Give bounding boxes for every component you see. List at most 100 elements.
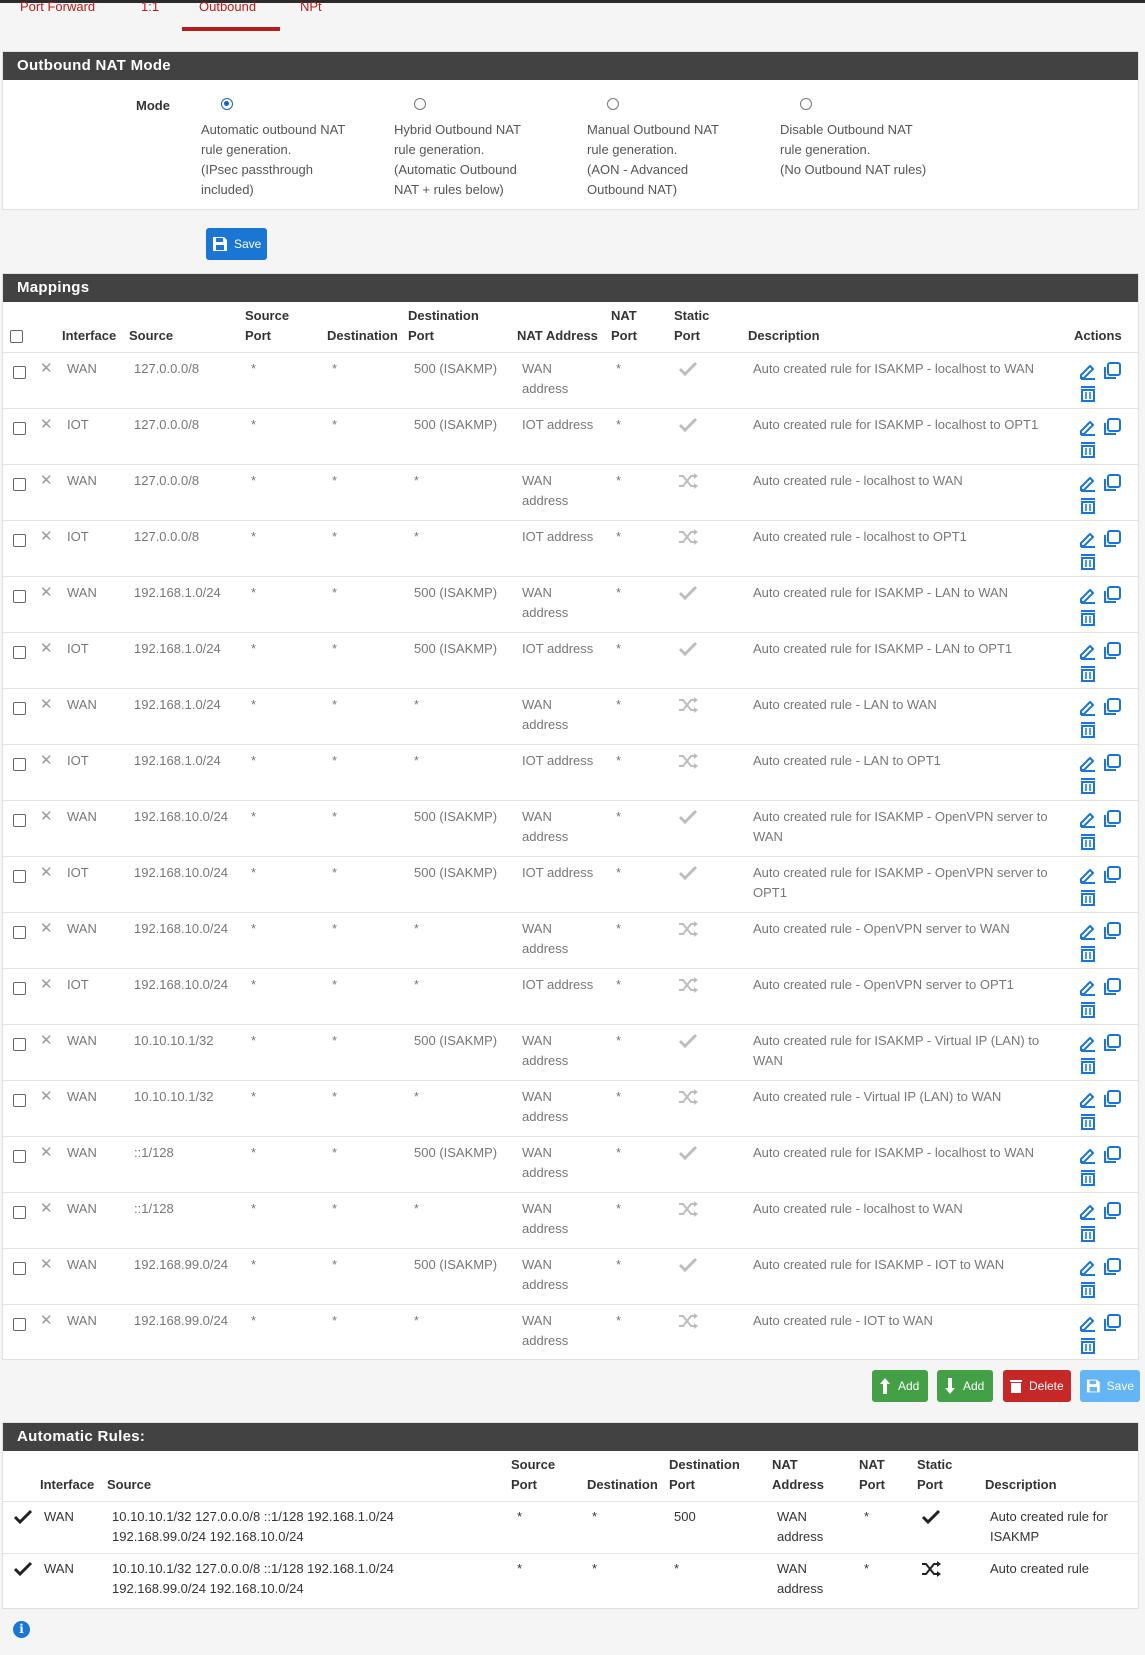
- disable-icon[interactable]: ✕: [40, 865, 53, 881]
- copy-icon[interactable]: [1102, 641, 1122, 661]
- trash-icon[interactable]: [1078, 1055, 1098, 1075]
- disable-icon[interactable]: ✕: [40, 361, 53, 377]
- select-all-checkbox[interactable]: [10, 330, 23, 343]
- table-row[interactable]: ✕ WAN 192.168.1.0/24 * * * WAN address * Auto cre…: [3, 688, 1138, 744]
- pencil-icon[interactable]: [1078, 697, 1098, 717]
- pencil-icon[interactable]: [1078, 417, 1098, 437]
- mode-save-button[interactable]: Save: [206, 228, 268, 260]
- radio-hybrid[interactable]: [414, 98, 426, 110]
- disable-icon[interactable]: ✕: [40, 921, 53, 937]
- table-row[interactable]: ✕ WAN::1/128 * * 500 (ISAKMP) WAN address * Auto…: [3, 1136, 1138, 1192]
- table-row[interactable]: ✕ WAN 192.168.1.0/24 * * 500 (ISAKMP) WAN addre…: [3, 576, 1138, 632]
- table-row[interactable]: ✕ IOT 192.168.10.0/24 * * 500 (ISAKMP) IOT add…: [3, 856, 1138, 912]
- row-checkbox[interactable]: [13, 758, 26, 771]
- copy-icon[interactable]: [1102, 417, 1122, 437]
- tab-one-to-one[interactable]: 1:1: [141, 0, 159, 15]
- copy-icon[interactable]: [1102, 1313, 1122, 1333]
- table-row[interactable]: ✕ WAN 192.168.99.0/24 * * * WAN address * Auto cr…: [3, 1304, 1138, 1360]
- save-mappings-button[interactable]: Save: [1080, 1370, 1140, 1402]
- pencil-icon[interactable]: [1078, 1313, 1098, 1333]
- disable-icon[interactable]: ✕: [40, 585, 53, 601]
- table-row[interactable]: ✕ IOT 127.0.0.0/8 * * * IOT address * Auto creat…: [3, 520, 1138, 576]
- row-checkbox[interactable]: [13, 1206, 26, 1219]
- trash-icon[interactable]: [1078, 999, 1098, 1019]
- copy-icon[interactable]: [1102, 585, 1122, 605]
- table-row[interactable]: ✕ WAN 192.168.10.0/24 * * 500 (ISAKMP) WAN addr…: [3, 800, 1138, 856]
- row-checkbox[interactable]: [13, 870, 26, 883]
- radio-disable[interactable]: [800, 98, 812, 110]
- disable-icon[interactable]: ✕: [40, 697, 53, 713]
- pencil-icon[interactable]: [1078, 1089, 1098, 1109]
- table-row[interactable]: ✕ WAN::1/128 * * * WAN address * Auto created ru…: [3, 1192, 1138, 1248]
- table-row[interactable]: ✕ IOT 192.168.1.0/24 * * 500 (ISAKMP) IOT addr…: [3, 632, 1138, 688]
- tab-outbound[interactable]: Outbound: [199, 0, 256, 15]
- trash-icon[interactable]: [1078, 719, 1098, 739]
- disable-icon[interactable]: ✕: [40, 417, 53, 433]
- pencil-icon[interactable]: [1078, 809, 1098, 829]
- trash-icon[interactable]: [1078, 663, 1098, 683]
- pencil-icon[interactable]: [1078, 1145, 1098, 1165]
- table-row[interactable]: ✕ WAN 192.168.99.0/24 * * 500 (ISAKMP) WAN addr…: [3, 1248, 1138, 1304]
- disable-icon[interactable]: ✕: [40, 473, 53, 489]
- pencil-icon[interactable]: [1078, 1257, 1098, 1277]
- pencil-icon[interactable]: [1078, 361, 1098, 381]
- disable-icon[interactable]: ✕: [40, 1201, 53, 1217]
- copy-icon[interactable]: [1102, 1257, 1122, 1277]
- pencil-icon[interactable]: [1078, 921, 1098, 941]
- pencil-icon[interactable]: [1078, 865, 1098, 885]
- copy-icon[interactable]: [1102, 361, 1122, 381]
- copy-icon[interactable]: [1102, 1089, 1122, 1109]
- disable-icon[interactable]: ✕: [40, 1145, 53, 1161]
- table-row[interactable]: ✕ IOT 192.168.10.0/24 * * * IOT address * Auto c…: [3, 968, 1138, 1024]
- copy-icon[interactable]: [1102, 921, 1122, 941]
- trash-icon[interactable]: [1078, 831, 1098, 851]
- table-row[interactable]: ✕ IOT 127.0.0.0/8 * * 500 (ISAKMP) IOT address…: [3, 408, 1138, 464]
- add-top-button[interactable]: Add: [872, 1370, 928, 1402]
- pencil-icon[interactable]: [1078, 1033, 1098, 1053]
- disable-icon[interactable]: ✕: [40, 1257, 53, 1273]
- copy-icon[interactable]: [1102, 529, 1122, 549]
- trash-icon[interactable]: [1078, 1167, 1098, 1187]
- row-checkbox[interactable]: [13, 926, 26, 939]
- disable-icon[interactable]: ✕: [40, 1313, 53, 1329]
- disable-icon[interactable]: ✕: [40, 1089, 53, 1105]
- pencil-icon[interactable]: [1078, 1201, 1098, 1221]
- disable-icon[interactable]: ✕: [40, 977, 53, 993]
- disable-icon[interactable]: ✕: [40, 809, 53, 825]
- pencil-icon[interactable]: [1078, 473, 1098, 493]
- trash-icon[interactable]: [1078, 1111, 1098, 1131]
- row-checkbox[interactable]: [13, 702, 26, 715]
- copy-icon[interactable]: [1102, 1033, 1122, 1053]
- row-checkbox[interactable]: [13, 982, 26, 995]
- radio-automatic[interactable]: [221, 98, 233, 110]
- trash-icon[interactable]: [1078, 439, 1098, 459]
- copy-icon[interactable]: [1102, 809, 1122, 829]
- radio-manual[interactable]: [607, 98, 619, 110]
- row-checkbox[interactable]: [13, 534, 26, 547]
- trash-icon[interactable]: [1078, 1335, 1098, 1355]
- pencil-icon[interactable]: [1078, 529, 1098, 549]
- row-checkbox[interactable]: [13, 1318, 26, 1331]
- table-row[interactable]: ✕ WAN 10.10.10.1/32 * * 500 (ISAKMP) WAN addres…: [3, 1024, 1138, 1080]
- row-checkbox[interactable]: [13, 814, 26, 827]
- row-checkbox[interactable]: [13, 646, 26, 659]
- copy-icon[interactable]: [1102, 1145, 1122, 1165]
- info-icon[interactable]: i: [13, 1621, 30, 1638]
- row-checkbox[interactable]: [13, 590, 26, 603]
- copy-icon[interactable]: [1102, 697, 1122, 717]
- tab-port-forward[interactable]: Port Forward: [20, 0, 95, 15]
- table-row[interactable]: ✕ IOT 192.168.1.0/24 * * * IOT address * Auto cr…: [3, 744, 1138, 800]
- copy-icon[interactable]: [1102, 977, 1122, 997]
- disable-icon[interactable]: ✕: [40, 529, 53, 545]
- trash-icon[interactable]: [1078, 607, 1098, 627]
- trash-icon[interactable]: [1078, 383, 1098, 403]
- pencil-icon[interactable]: [1078, 753, 1098, 773]
- trash-icon[interactable]: [1078, 943, 1098, 963]
- copy-icon[interactable]: [1102, 1201, 1122, 1221]
- delete-button[interactable]: Delete: [1003, 1370, 1071, 1402]
- tab-npt[interactable]: NPt: [300, 0, 322, 15]
- trash-icon[interactable]: [1078, 887, 1098, 907]
- pencil-icon[interactable]: [1078, 977, 1098, 997]
- table-row[interactable]: ✕ WAN 192.168.10.0/24 * * * WAN address * Auto cr…: [3, 912, 1138, 968]
- trash-icon[interactable]: [1078, 551, 1098, 571]
